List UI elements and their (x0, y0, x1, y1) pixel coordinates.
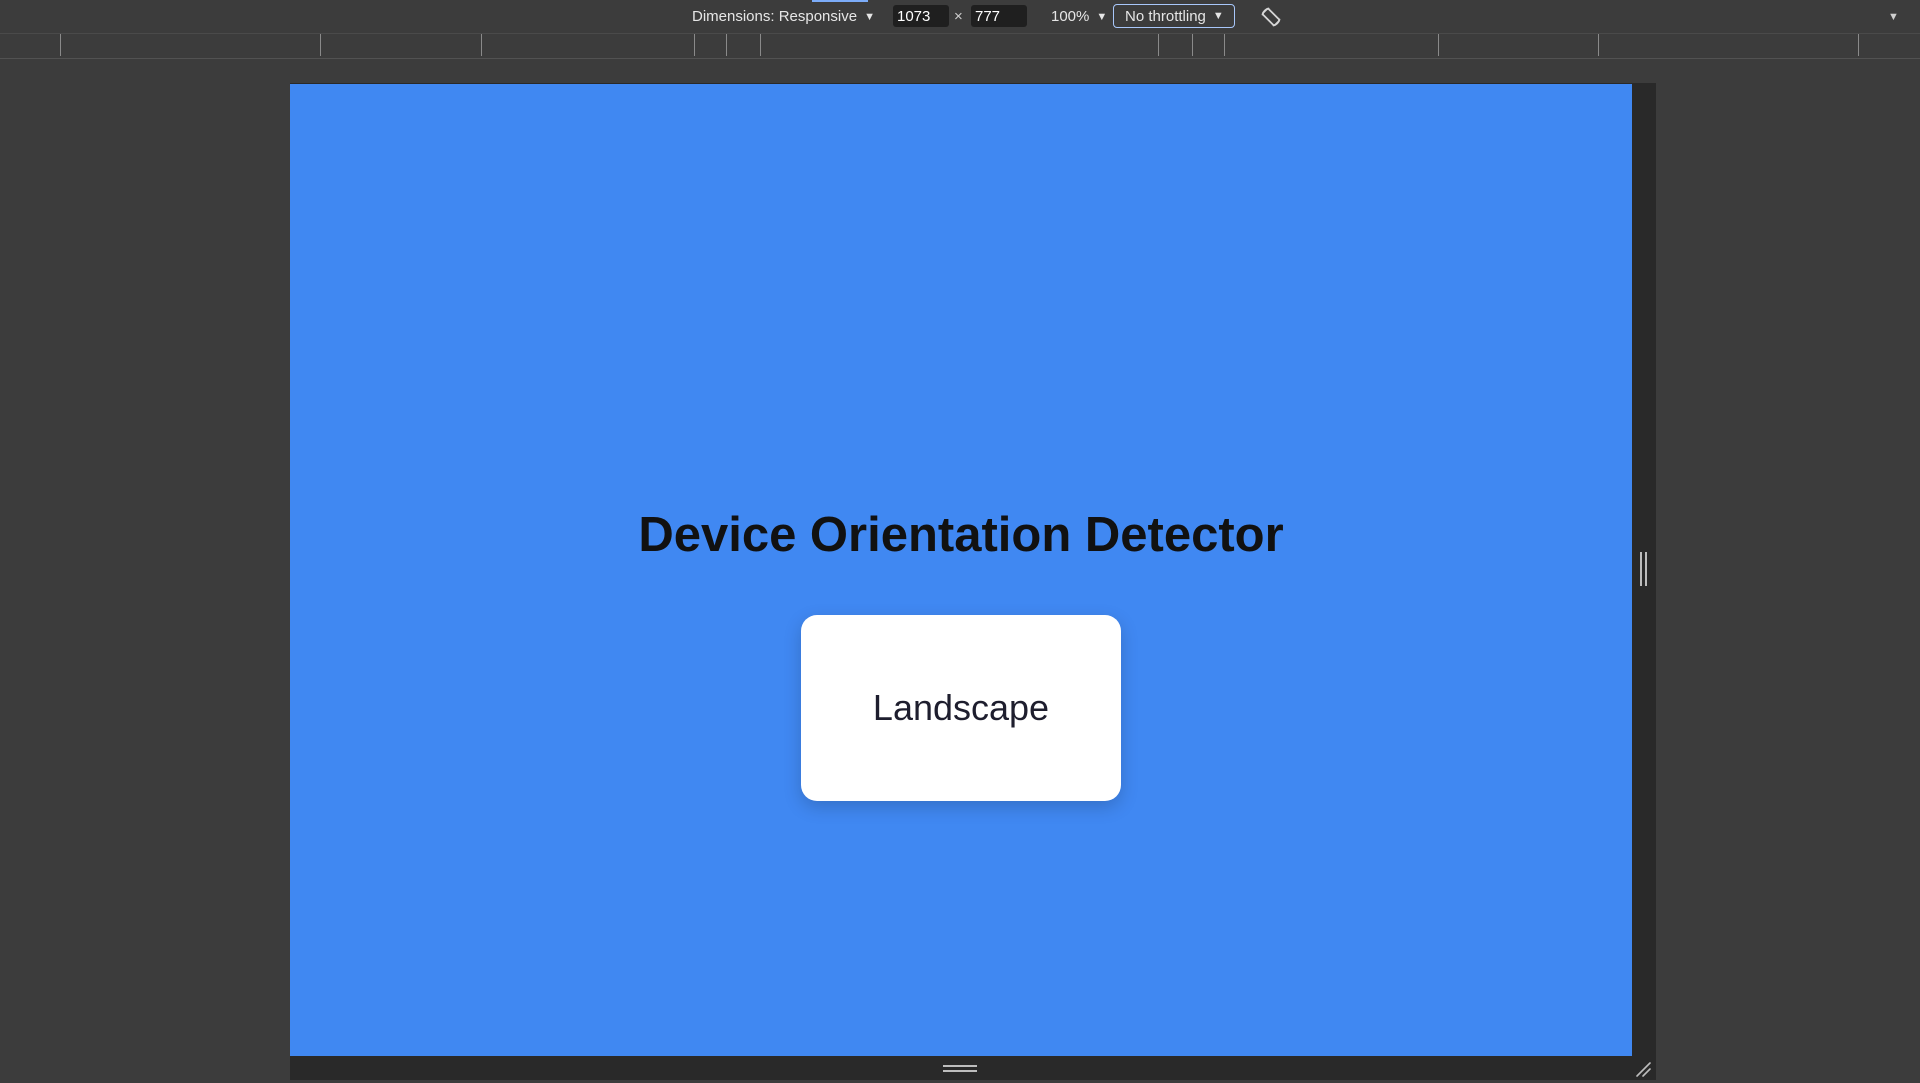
throttling-label: No throttling (1125, 7, 1206, 25)
viewport-height-input[interactable] (971, 5, 1027, 27)
ruler-tick (726, 34, 727, 56)
viewport-width-input[interactable] (893, 5, 949, 27)
caret-down-icon: ▼ (864, 10, 875, 23)
grip-line (943, 1065, 977, 1067)
ruler-tick (760, 34, 761, 56)
ruler-tick (481, 34, 482, 56)
caret-down-icon: ▼ (1096, 10, 1108, 23)
ruler-tick (1158, 34, 1159, 56)
more-options-button[interactable]: ▼ (1888, 0, 1899, 33)
ruler-tick (1438, 34, 1439, 56)
resize-corner-icon (1636, 1062, 1651, 1077)
zoom-label: 100% (1051, 8, 1090, 25)
viewport-corner-resize-handle[interactable] (1634, 1060, 1652, 1078)
ruler-tick (60, 34, 61, 56)
ruler-tick (1598, 34, 1599, 56)
ruler-tick (1858, 34, 1859, 56)
dimensions-dropdown[interactable]: Dimensions: Responsive ▼ (692, 0, 875, 33)
ruler-tick (320, 34, 321, 56)
page-title: Device Orientation Detector (638, 508, 1284, 562)
orientation-status: Landscape (872, 687, 1050, 728)
caret-down-icon: ▼ (1212, 10, 1224, 22)
viewport-width-resize-handle[interactable] (1640, 552, 1648, 586)
orientation-card: Landscape (801, 615, 1121, 801)
dimensions-label: Dimensions: Responsive (692, 8, 858, 25)
grip-line (1645, 552, 1647, 586)
dimension-separator: × (954, 8, 963, 25)
device-toolbar: Dimensions: Responsive ▼ × 100% ▼ No thr… (0, 0, 1920, 34)
grip-line (1640, 552, 1642, 586)
viewport-height-resize-handle[interactable] (943, 1065, 977, 1075)
chevron-down-icon: ▼ (1888, 10, 1899, 23)
ruler-tick (1192, 34, 1193, 56)
rotate-icon (1261, 7, 1281, 27)
media-query-ruler (0, 34, 1920, 59)
grip-line (943, 1070, 977, 1072)
zoom-dropdown[interactable]: 100% ▼ (1051, 0, 1107, 33)
ruler-tick (694, 34, 695, 56)
ruler-tick (1224, 34, 1225, 56)
rotate-button[interactable] (1259, 5, 1283, 29)
throttling-dropdown[interactable]: No throttling ▼ (1113, 4, 1235, 28)
emulated-viewport: Device Orientation Detector Landscape (290, 84, 1632, 1056)
